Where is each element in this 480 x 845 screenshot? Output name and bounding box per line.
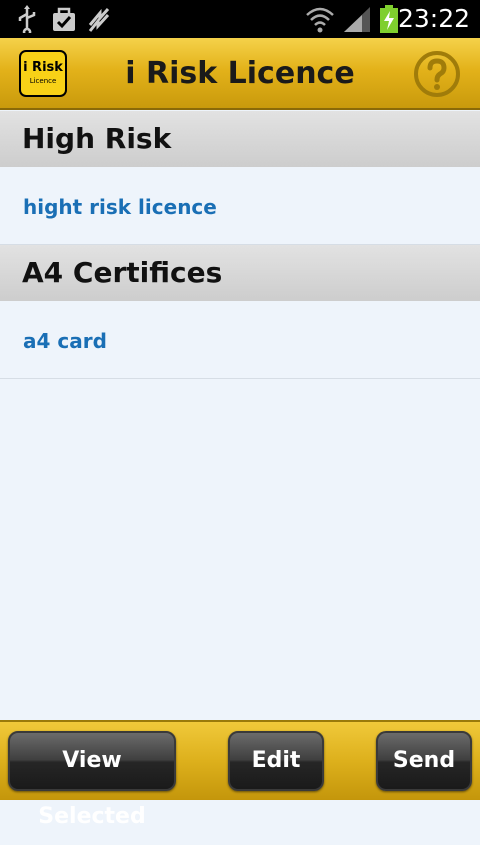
battery-charging-icon	[380, 5, 398, 33]
logo-main-text: i Risk	[23, 60, 63, 75]
section-title: A4 Certifices	[22, 256, 223, 289]
sync-icon	[88, 8, 110, 32]
app-logo: i Risk Licence	[19, 50, 67, 97]
section-header-high-risk: High Risk	[0, 111, 480, 167]
list-item-a4-card[interactable]: a4 card	[0, 301, 480, 379]
signal-icon	[344, 7, 370, 32]
bottom-action-bar: View Selected Edit Send	[0, 720, 480, 829]
usb-icon	[18, 5, 36, 33]
status-time: 23:22	[397, 4, 470, 33]
view-selected-button[interactable]: View Selected	[8, 731, 176, 829]
wifi-icon	[306, 7, 334, 33]
list-item-label: a4 card	[23, 329, 107, 353]
section-title: High Risk	[22, 122, 172, 155]
list-item-hight-risk-licence[interactable]: hight risk licence	[0, 167, 480, 245]
status-bar: 23:22	[0, 0, 480, 38]
edit-button[interactable]: Edit	[228, 731, 324, 791]
app-header: i Risk Licence i Risk Licence	[0, 38, 480, 110]
section-header-a4-certifices: A4 Certifices	[0, 245, 480, 301]
send-button[interactable]: Send	[376, 731, 472, 791]
page-title: i Risk Licence	[125, 56, 355, 91]
download-done-icon	[53, 7, 75, 31]
list-item-label: hight risk licence	[23, 195, 217, 219]
question-mark-icon[interactable]	[413, 50, 461, 98]
logo-sub-text: Licence	[29, 77, 57, 85]
